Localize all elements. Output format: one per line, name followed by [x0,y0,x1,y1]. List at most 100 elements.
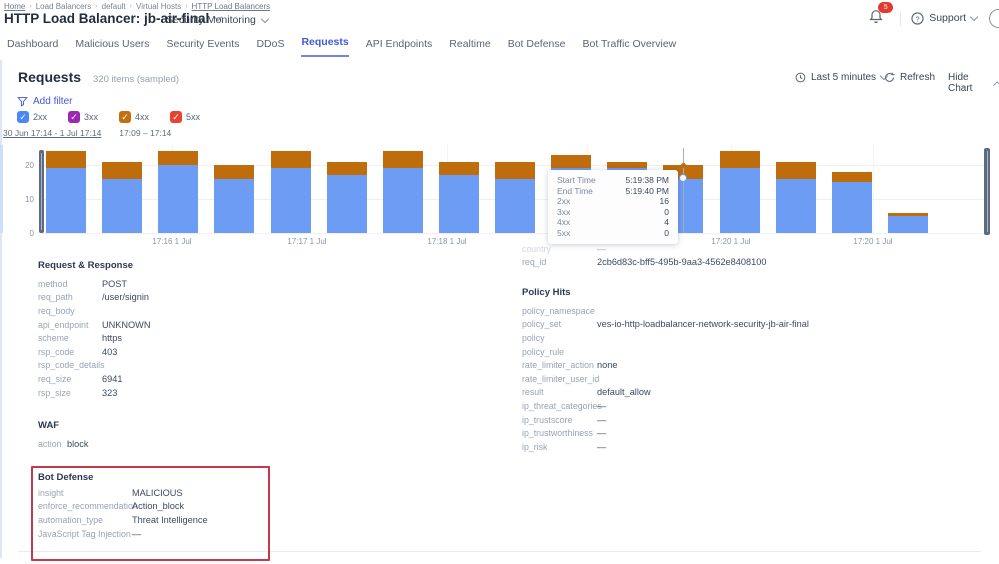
breadcrumb-home[interactable]: Home [4,2,25,11]
breadcrumb-http-load-balancers[interactable]: HTTP Load Balancers [192,2,271,11]
breadcrumb-default[interactable]: default [102,2,126,11]
chart-bar[interactable] [776,162,816,233]
detail-row: policy_namespace [522,304,809,318]
hide-chart-toggle[interactable]: Hide Chart [948,72,999,94]
chart-bar[interactable] [720,151,760,233]
tab-api-endpoints[interactable]: API Endpoints [366,38,433,57]
chart-bar[interactable] [495,162,535,233]
hover-point-2xx [679,174,687,182]
brush-handle-left[interactable] [39,150,44,233]
bar-segment-2xx [439,175,479,233]
tab-ddos[interactable]: DDoS [256,38,284,57]
breadcrumb-separator: › [95,3,97,10]
subnav-selector[interactable]: Security Monitoring [166,14,268,26]
detail-label: country [522,244,597,254]
refresh-icon [884,72,895,83]
detail-row: ip_threat_categories— [522,399,809,413]
tab-dashboard[interactable]: Dashboard [7,38,58,57]
bar-segment-4xx [102,162,142,179]
chart-bar[interactable] [158,151,198,233]
chart-bar[interactable] [832,172,872,233]
detail-label: ip_trustworthiness [522,428,597,438]
full-time-range-link[interactable]: 30 Jun 17:14 - 1 Jul 17:14 [3,128,101,138]
svg-text:?: ? [916,14,920,23]
detail-value: default_allow [597,387,651,397]
time-range-selector[interactable]: Last 5 minutes [795,72,887,83]
status-filter-3xx[interactable]: ✓ 3xx [68,111,98,123]
user-avatar[interactable] [989,9,999,28]
detail-value: 323 [102,388,117,398]
breadcrumb-virtual-hosts[interactable]: Virtual Hosts [136,2,181,11]
detail-row: ip_trustscore— [522,413,809,427]
hover-point-4xx [681,163,686,168]
brush-handle-right[interactable] [984,148,990,235]
checkbox-label: 3xx [84,112,98,122]
tooltip-label: 5xx [557,228,570,239]
tab-bot-defense[interactable]: Bot Defense [508,38,566,57]
detail-row: rsp_size323 [38,386,151,400]
chart-bar[interactable] [439,162,479,233]
chart-bar[interactable] [888,213,928,233]
status-filter-5xx[interactable]: ✓5xx [170,111,200,123]
chart-bar[interactable] [102,162,142,233]
refresh-button[interactable]: Refresh [884,72,935,83]
policy-hits-rows: policy_namespacepolicy_setves-io-http-lo… [522,304,809,454]
tab-malicious-users[interactable]: Malicious Users [75,38,149,57]
detail-row: rate_limiter_user_id [522,372,809,386]
detail-row: policy_rule [522,345,809,359]
bar-segment-4xx [383,151,423,168]
checkbox-5xx[interactable]: ✓ [170,111,182,123]
checkbox-3xx[interactable]: ✓ [68,111,80,123]
hide-chart-label: Hide Chart [948,72,989,94]
breadcrumb-load-balancers[interactable]: Load Balancers [36,2,92,11]
status-filter-2xx[interactable]: ✓2xx [17,111,47,123]
bar-segment-4xx [776,162,816,179]
detail-row: policy [522,331,809,345]
bar-segment-2xx [383,168,423,233]
checkbox-2xx[interactable]: ✓ [17,111,29,123]
detail-row: ip_risk— [522,440,809,454]
detail-label: rate_limiter_action [522,360,597,370]
time-range-label: Last 5 minutes [811,72,876,83]
chart-bar[interactable] [214,165,254,233]
notifications-button[interactable]: 5 [868,8,890,28]
tooltip-value: 0 [664,207,669,218]
help-circle-icon: ? [911,12,924,25]
tab-security-events[interactable]: Security Events [166,38,239,57]
add-filter-button[interactable]: Add filter [17,96,72,107]
gridline [873,145,874,233]
detail-row: req_body [38,304,151,318]
bar-segment-2xx [720,168,760,233]
chart-bar[interactable] [327,162,367,233]
gridline [38,233,984,234]
y-axis-tick-label: 10 [0,195,34,204]
chart-bar[interactable] [383,151,423,233]
x-axis-tick-label: 17:16 1 Jul [132,237,212,246]
checkbox-4xx[interactable]: ✓ [119,111,131,123]
detail-value: none [597,360,617,370]
detail-value: — [597,442,606,452]
chart-bar[interactable] [271,151,311,233]
bar-segment-2xx [158,165,198,233]
detail-label: action [38,439,67,449]
detail-value: POST [102,279,127,289]
chart-bar[interactable] [46,151,86,233]
tooltip-value: 4 [664,217,669,228]
detail-row: req_path/user/signin [38,291,151,305]
tooltip-row: 5xx0 [557,228,669,239]
support-menu[interactable]: ? Support [911,12,977,25]
tab-realtime[interactable]: Realtime [449,38,490,57]
detail-label: ip_trustscore [522,415,597,425]
status-filter-4xx[interactable]: ✓4xx [119,111,149,123]
tab-requests[interactable]: Requests [301,36,348,57]
detail-label: req_path [38,292,102,302]
clipped-bar-sliver [0,145,3,233]
detail-value: 2cb6d83c-bff5-495b-9aa3-4562e8408100 [597,257,766,267]
section-title: Requests [18,69,81,85]
tab-bot-traffic-overview[interactable]: Bot Traffic Overview [583,38,677,57]
detail-value: — [597,428,606,438]
detail-value: block [67,439,88,449]
topbar-divider [900,11,901,26]
zoomed-time-range: 17:09 – 17:14 [119,128,171,138]
detail-label: policy_set [522,319,597,329]
